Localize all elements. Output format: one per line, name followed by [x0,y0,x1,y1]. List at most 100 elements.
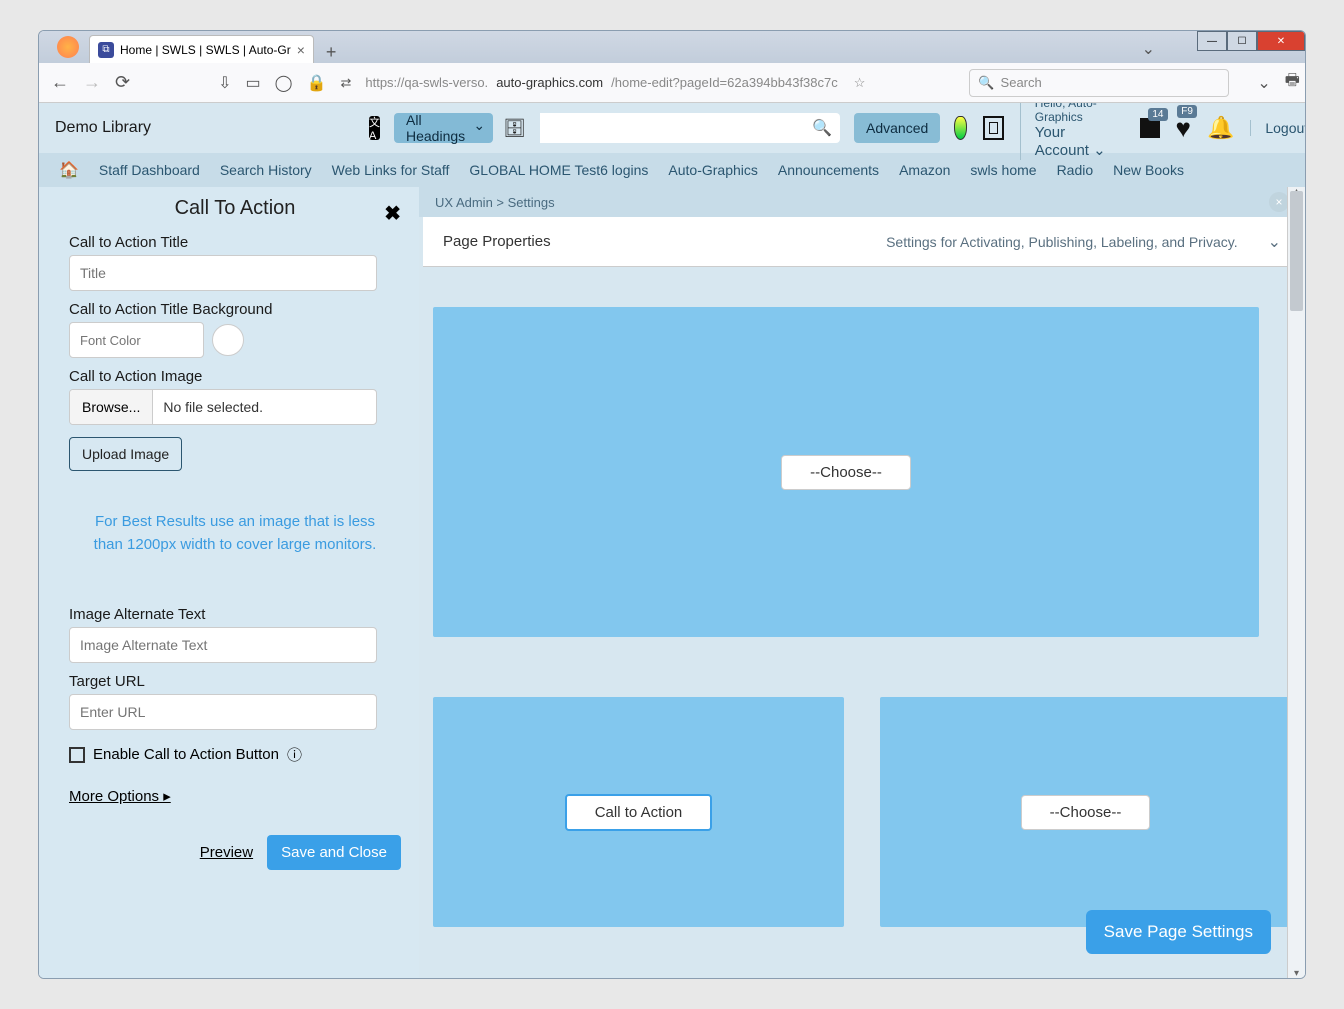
field-label: Call to Action Title [69,234,401,251]
field-label: Image Alternate Text [69,606,401,623]
bookmark-star-icon[interactable]: ☆ [854,75,866,91]
address-bar[interactable]: https://qa-swls-verso. auto-graphics.com /… [365,75,955,91]
reload-button[interactable]: ⟳ [115,72,130,93]
browser-search-box[interactable]: 🔍 Search [969,69,1229,97]
page-properties-bar[interactable]: Page Properties Settings for Activating,… [423,217,1301,267]
tab-title: Home | SWLS | SWLS | Auto-Gr [120,43,291,57]
search-icon: 🔍 [978,75,994,91]
scroll-down-icon[interactable]: ▾ [1288,968,1305,978]
database-icon[interactable]: 🗄 [503,118,526,139]
cards-badge: 14 [1148,108,1167,121]
search-placeholder: Search [1001,75,1042,90]
vertical-scrollbar[interactable]: ▴ ▾ [1287,187,1305,978]
url-path: /home-edit?pageId=62a394bb43f38c7c [611,75,838,90]
nav-item[interactable]: New Books [1113,162,1184,178]
advanced-search-button[interactable]: Advanced [854,113,940,143]
save-page-settings-button[interactable]: Save Page Settings [1086,910,1271,954]
balloon-icon[interactable] [954,116,967,140]
favorites-icon[interactable]: ♥F9 [1176,113,1191,144]
firefox-logo-icon [57,36,79,58]
color-swatch[interactable] [212,324,244,356]
window-close-button[interactable]: ✕ [1257,31,1305,51]
field-label: Call to Action Image [69,368,401,385]
back-button[interactable]: ← [51,72,69,93]
target-url-input[interactable] [69,694,377,730]
search-icon[interactable]: 🔍 [812,118,832,138]
window-titlebar: ⧉ Home | SWLS | SWLS | Auto-Gr × + ⌄ — ☐… [39,31,1305,63]
window-maximize-button[interactable]: ☐ [1227,31,1257,51]
file-input[interactable]: Browse... No file selected. [69,389,377,425]
page-canvas: UX Admin > Settings × Page Properties Se… [419,187,1305,978]
nav-item[interactable]: GLOBAL HOME Test6 logins [469,162,648,178]
nav-item[interactable]: Staff Dashboard [99,162,200,178]
chevron-down-icon[interactable]: ⌄ [1268,232,1281,252]
more-options-link[interactable]: More Options ▸ [69,787,401,805]
image-hint: For Best Results use an image that is le… [79,511,391,556]
choose-component-button[interactable]: --Choose-- [1021,795,1151,830]
account-menu[interactable]: Hello, Auto-Graphics Your Account ⌄ [1020,103,1125,160]
notifications-icon[interactable]: 🔔 [1207,115,1234,141]
tabs-overflow-icon[interactable]: ⌄ [1142,39,1155,59]
layout-block[interactable]: --Choose-- [433,307,1259,637]
lock-icon: 🔒 [307,73,327,93]
breadcrumb-item[interactable]: UX Admin [435,195,493,210]
breadcrumb-item[interactable]: Settings [508,195,555,210]
nav-item[interactable]: Web Links for Staff [332,162,450,178]
download-icon[interactable]: ⇩ [218,73,231,93]
cta-title-input[interactable] [69,255,377,291]
library-icon[interactable]: ▭ [246,73,261,93]
nav-item[interactable]: Announcements [778,162,879,178]
nav-item[interactable]: Search History [220,162,312,178]
home-icon[interactable]: 🏠 [59,160,79,180]
browse-button[interactable]: Browse... [70,390,153,424]
close-panel-icon[interactable]: ✖ [384,201,401,226]
preview-link[interactable]: Preview [200,844,253,861]
help-icon[interactable]: ⓘ [287,744,302,765]
window-minimize-button[interactable]: — [1197,31,1227,51]
panel-title: Call To Action [69,197,401,220]
font-color-input[interactable] [69,322,204,358]
browser-toolbar: ← → ⟳ ⇩ ▭ ◯ 🔒 ⇄ https://qa-swls-verso. au… [39,63,1305,103]
url-prefix: https://qa-swls-verso. [365,75,488,90]
print-icon[interactable]: 🖶 [1285,69,1300,96]
close-breadcrumb-icon[interactable]: × [1269,192,1289,212]
catalog-search-input[interactable]: 🔍 [540,113,840,143]
cta-editor-panel: Call To Action ✖ Call to Action Title Ca… [39,187,419,978]
browser-tab[interactable]: ⧉ Home | SWLS | SWLS | Auto-Gr × [89,35,314,63]
choose-component-button[interactable]: Call to Action [565,794,713,831]
upload-image-button[interactable]: Upload Image [69,437,182,471]
greeting-text: Hello, Auto-Graphics [1035,103,1111,124]
field-label: Target URL [69,673,401,690]
page-properties-desc: Settings for Activating, Publishing, Lab… [886,234,1238,250]
site-settings-icon[interactable]: ⇄ [340,75,351,91]
favorites-badge: F9 [1177,105,1197,118]
url-domain: auto-graphics.com [496,75,603,90]
library-name: Demo Library [55,119,355,137]
layout-block[interactable]: Call to Action [433,697,844,927]
alt-text-input[interactable] [69,627,377,663]
choose-component-button[interactable]: --Choose-- [781,455,911,490]
app-header: Demo Library 文A All Headings 🗄 🔍 Advance… [39,103,1305,153]
breadcrumb: UX Admin > Settings × [419,187,1305,217]
field-label: Call to Action Title Background [69,301,401,318]
nav-item[interactable]: Radio [1057,162,1094,178]
enable-cta-checkbox[interactable] [69,747,85,763]
favicon-icon: ⧉ [98,42,114,58]
layout-block[interactable]: --Choose-- [880,697,1291,927]
nav-item[interactable]: Amazon [899,162,950,178]
logout-link[interactable]: Logout [1250,120,1305,136]
scrollbar-thumb[interactable] [1290,191,1303,311]
shield-icon[interactable]: ◯ [275,73,293,93]
close-tab-icon[interactable]: × [297,42,305,58]
save-and-close-button[interactable]: Save and Close [267,835,401,870]
scanner-icon[interactable] [983,116,1003,140]
file-status: No file selected. [153,390,273,424]
headings-dropdown[interactable]: All Headings [394,113,493,143]
nav-item[interactable]: swls home [970,162,1036,178]
new-tab-button[interactable]: + [320,42,343,63]
nav-item[interactable]: Auto-Graphics [668,162,757,178]
forward-button[interactable]: → [83,72,101,93]
cards-icon[interactable]: 14 [1140,118,1159,138]
pocket-icon[interactable]: ⌄ [1257,73,1270,93]
translate-icon[interactable]: 文A [369,116,380,140]
